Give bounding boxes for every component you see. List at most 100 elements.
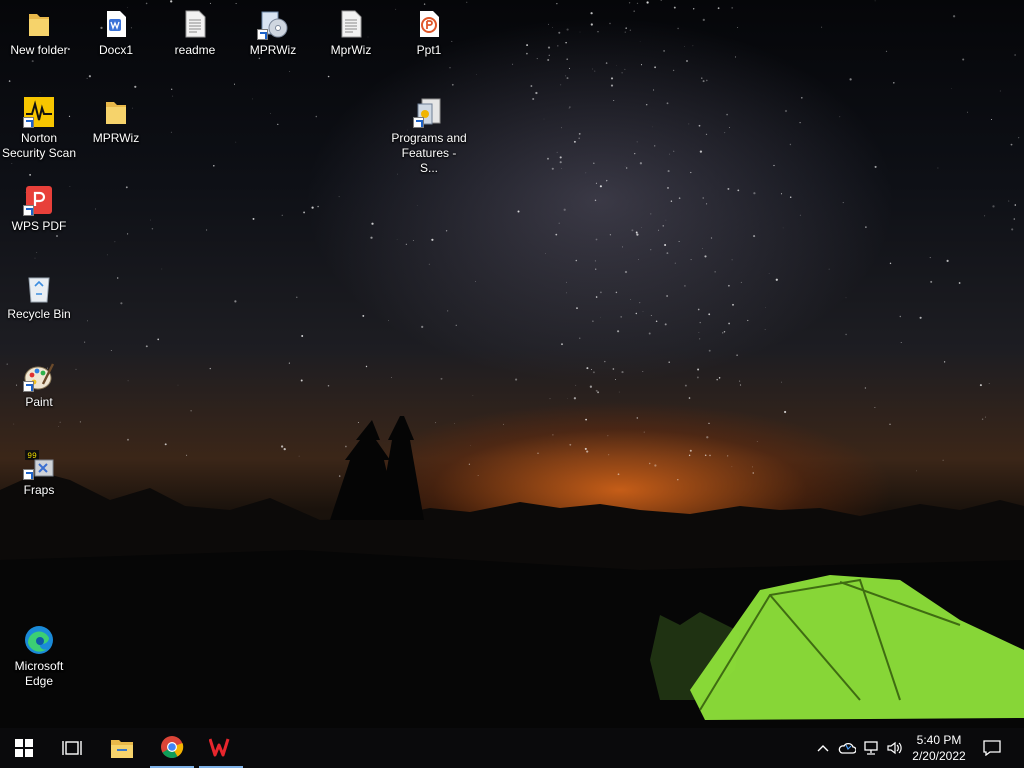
star [431,238,434,241]
star [678,197,681,199]
star [710,237,713,239]
pine-trees [330,416,424,520]
star [303,211,306,214]
star [729,127,730,128]
star [704,255,707,258]
star [636,141,638,143]
star [789,143,792,146]
folder-icon [23,8,55,40]
star [559,161,562,164]
star [595,182,597,184]
desktop-background[interactable]: New folder Docx1 readme MPRWiz MprWiz Pp… [0,0,1024,728]
star [773,164,775,167]
star [145,2,148,5]
star [728,322,730,325]
star [664,323,667,326]
desktop-icon-edge[interactable]: Microsoft Edge [1,624,77,689]
star [731,6,734,9]
desktop-icon-paint[interactable]: Paint [1,360,77,410]
wps-office-icon [209,738,230,757]
star [29,174,31,176]
shortcut-arrow-icon [23,117,34,128]
desktop-icon-readme[interactable]: readme [157,8,233,58]
icon-label: Paint [25,395,53,409]
programs-features-icon [413,96,445,128]
star [865,226,867,228]
star [723,331,726,333]
star [301,335,304,337]
paint-palette-icon [23,360,55,392]
desktop-icon-programs-features[interactable]: Programs and Features - S... [391,96,467,176]
volume-tray-button[interactable] [885,738,905,758]
star [789,196,792,199]
star [568,107,570,109]
taskbar-file-explorer[interactable] [100,728,144,768]
star [595,268,597,270]
star [784,109,788,113]
star [161,268,163,270]
recycle-bin-icon [23,272,55,304]
star [589,385,593,388]
onedrive-tray-button[interactable] [837,738,857,758]
star [150,219,151,221]
task-view-icon [62,741,82,755]
star [449,67,451,69]
start-button[interactable] [2,728,46,768]
desktop-icon-mprwiz-setup[interactable]: MPRWiz [235,8,311,58]
desktop-icon-mprwiz-folder[interactable]: MPRWiz [78,96,154,146]
star [209,367,211,370]
star [235,3,237,4]
star [548,23,549,25]
star [289,71,291,72]
star [864,387,867,389]
taskbar-clock[interactable]: 5:40 PM 2/20/2022 [906,732,972,764]
network-tray-button[interactable] [861,738,881,758]
desktop-icon-ppt1[interactable]: Ppt1 [391,8,467,58]
taskbar-wps-office[interactable] [199,728,243,768]
landscape-silhouette [0,416,1024,728]
star [556,151,558,153]
action-center-button[interactable] [982,738,1002,758]
star [566,292,568,294]
star [678,241,680,242]
desktop-icon-new-folder[interactable]: New folder [1,8,77,58]
show-hidden-icons-button[interactable] [813,738,833,758]
star [706,203,708,205]
star [708,313,711,316]
star [684,46,685,47]
star [530,85,533,87]
star [654,145,656,147]
star [371,222,374,225]
star [517,210,520,213]
star [753,192,756,195]
icon-label: WPS PDF [11,219,67,233]
star [693,8,695,10]
star [673,150,675,152]
star [170,131,172,133]
desktop-icon-mprwiz-file[interactable]: MprWiz [313,8,389,58]
star [731,259,733,261]
star [609,234,612,236]
desktop-icon-recycle-bin[interactable]: Recycle Bin [1,272,77,322]
star [628,2,631,4]
star [821,26,823,28]
desktop-icon-fraps[interactable]: 99 Fraps [1,448,77,498]
taskbar-chrome[interactable] [150,728,194,768]
star [668,153,670,155]
star [624,31,626,33]
desktop-icon-docx1[interactable]: Docx1 [78,8,154,58]
desktop-icon-norton[interactable]: Norton Security Scan [1,96,77,161]
star [684,384,687,387]
star [874,0,876,2]
star [86,77,88,79]
star [737,26,739,28]
star [739,380,741,382]
star [1014,54,1016,56]
star [579,31,581,33]
icon-label: readme [174,43,216,57]
icon-label: MPRWiz [249,43,297,57]
task-view-button[interactable] [50,728,94,768]
star [561,127,562,129]
star [613,99,615,102]
desktop-icon-wps-pdf[interactable]: WPS PDF [1,184,77,234]
